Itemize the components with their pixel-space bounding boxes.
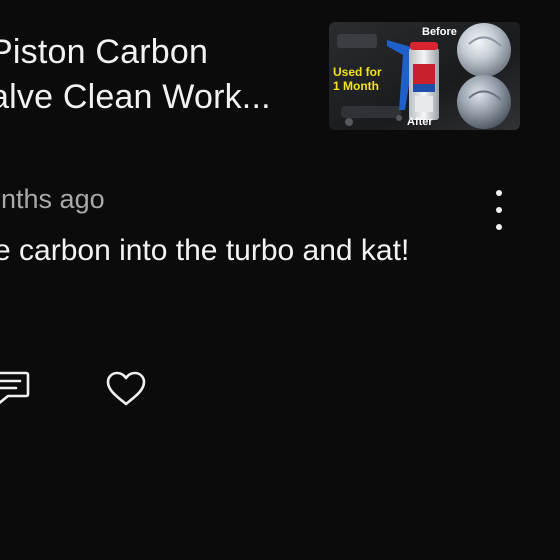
more-options-button[interactable] [486, 190, 512, 230]
reply-button[interactable] [0, 370, 30, 408]
like-button[interactable] [104, 369, 148, 409]
thumb-label-month: 1 Month [333, 79, 379, 93]
reply-comment-icon [0, 371, 30, 405]
thumb-label-used-for: Used for [333, 65, 382, 79]
video-thumbnail[interactable]: Before Used for 1 Month After [329, 22, 520, 130]
thumb-label-before: Before [422, 26, 457, 38]
more-vertical-icon-dot [496, 207, 502, 213]
comment-body: e carbon into the turbo and kat! [0, 234, 410, 267]
thumb-label-after: After [407, 116, 433, 128]
video-title-line-1: Piston Carbon [0, 33, 209, 71]
more-vertical-icon-dot [496, 224, 502, 230]
video-title-line-2: alve Clean Work... [0, 78, 271, 116]
comment-timestamp: onths ago [0, 184, 105, 214]
thumbnail-image: Before Used for 1 Month After [329, 22, 520, 130]
heart-icon [106, 371, 146, 406]
video-title[interactable]: Piston Carbon alve Clean Work... [0, 30, 315, 120]
more-vertical-icon [496, 190, 502, 196]
comment-screen: Piston Carbon alve Clean Work... Before … [0, 0, 560, 560]
